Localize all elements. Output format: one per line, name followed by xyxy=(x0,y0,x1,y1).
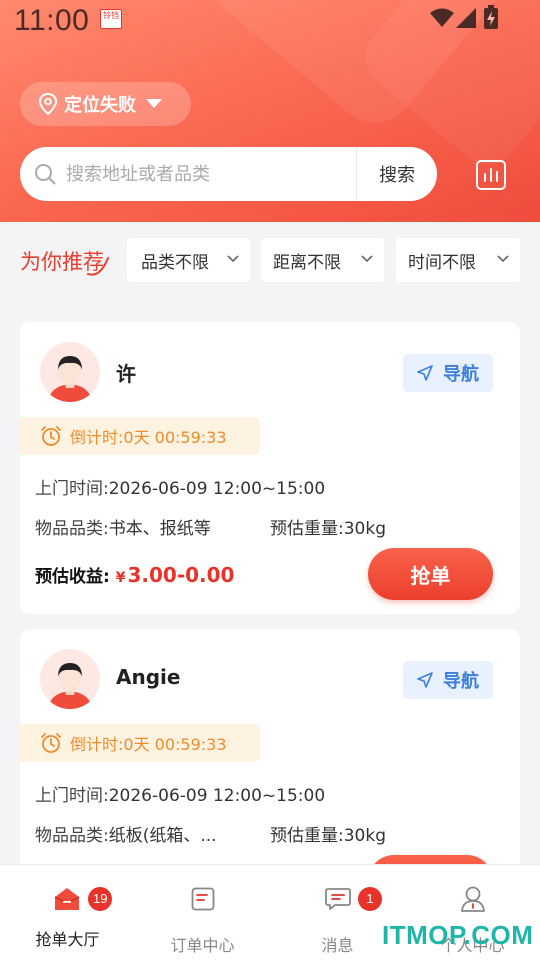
signal-icon xyxy=(456,8,476,28)
weight-row: 预估重量:30kg xyxy=(270,821,386,846)
visit-time-value: 2026-06-09 12:00~15:00 xyxy=(108,479,326,499)
weight-label: 预估重量: xyxy=(270,826,344,846)
statistics-icon[interactable] xyxy=(475,159,507,191)
category-label: 物品品类: xyxy=(35,519,109,539)
location-selector[interactable]: 定位失败 xyxy=(20,82,191,126)
visit-time-row: 上门时间:2026-06-09 12:00~15:00 xyxy=(35,781,325,806)
order-document-icon xyxy=(191,887,214,911)
status-time: 11:00 xyxy=(14,4,90,37)
currency-symbol: ¥ xyxy=(115,570,126,586)
weight-label: 预估重量: xyxy=(270,519,344,539)
search-button[interactable]: 搜索 xyxy=(356,147,437,201)
navigate-label: 导航 xyxy=(443,364,479,385)
header-banner: 11:00 铃铛 定位失败 搜索 xyxy=(0,0,540,222)
countdown-banner: 倒计时: 0天 00:59:33 xyxy=(20,417,260,455)
filter-category[interactable]: 品类不限 xyxy=(127,238,250,282)
filter-category-label: 品类不限 xyxy=(141,252,209,273)
user-avatar-icon xyxy=(48,663,92,709)
filter-distance[interactable]: 距离不限 xyxy=(261,238,384,282)
visit-time-row: 上门时间:2026-06-09 12:00~15:00 xyxy=(35,474,325,499)
countdown-label: 倒计时: xyxy=(70,428,124,447)
caret-down-icon xyxy=(146,99,162,108)
chevron-down-icon xyxy=(497,255,509,263)
countdown-banner: 倒计时: 0天 00:59:33 xyxy=(20,724,260,762)
wifi-icon xyxy=(430,8,454,27)
filter-distance-label: 距离不限 xyxy=(273,252,341,273)
order-card[interactable]: 许 导航 倒计时: 0天 00:59:33 上门时间:2026-06-09 12… xyxy=(20,322,520,614)
tab-grab-hall-label: 抢单大厅 xyxy=(35,930,100,949)
tab-order-center[interactable]: 订单中心 xyxy=(135,865,270,960)
swoosh-decoration xyxy=(87,257,109,276)
home-icon xyxy=(54,888,80,910)
category-value: 书本、报纸等 xyxy=(108,519,211,539)
tab-grab-hall[interactable]: 抢单大厅 19 xyxy=(0,865,135,960)
tab-order-center-label: 订单中心 xyxy=(170,936,235,955)
earning-row: 预估收益: ¥3.00-0.00 xyxy=(35,562,234,587)
category-value: 纸板(纸箱、... xyxy=(108,826,217,846)
search-input[interactable] xyxy=(66,163,336,185)
grab-hall-badge: 19 xyxy=(88,887,113,911)
category-row: 物品品类:书本、报纸等 xyxy=(35,514,211,539)
location-label: 定位失败 xyxy=(64,95,136,116)
weight-value: 30kg xyxy=(343,826,387,846)
weight-row: 预估重量:30kg xyxy=(270,514,386,539)
visit-time-label: 上门时间: xyxy=(35,786,109,806)
avatar xyxy=(40,649,100,709)
alarm-clock-icon xyxy=(41,733,61,753)
watermark-logo: ITMOP.COM xyxy=(382,920,534,950)
message-bubble-icon xyxy=(324,888,351,910)
countdown-value: 0天 00:59:33 xyxy=(123,735,227,754)
filter-time-label: 时间不限 xyxy=(408,252,476,273)
chevron-down-icon xyxy=(361,255,373,263)
countdown-label: 倒计时: xyxy=(70,735,124,754)
customer-name: 许 xyxy=(116,362,136,386)
order-card[interactable]: Angie 导航 倒计时: 0天 00:59:33 上门时间:2026-06-0… xyxy=(20,629,520,879)
earning-label: 预估收益: xyxy=(35,567,110,587)
user-avatar-icon xyxy=(48,356,92,402)
search-icon xyxy=(35,164,56,185)
navigation-arrow-icon xyxy=(417,365,433,381)
category-label: 物品品类: xyxy=(35,826,109,846)
messages-badge: 1 xyxy=(358,887,382,911)
user-profile-icon xyxy=(460,886,485,912)
avatar xyxy=(40,342,100,402)
navigation-arrow-icon xyxy=(417,672,433,688)
navigate-button[interactable]: 导航 xyxy=(403,354,493,392)
battery-charging-icon xyxy=(484,5,498,29)
visit-time-label: 上门时间: xyxy=(35,479,109,499)
navigate-button[interactable]: 导航 xyxy=(403,661,493,699)
alarm-clock-icon xyxy=(41,426,61,446)
customer-name: Angie xyxy=(116,665,181,689)
category-row: 物品品类:纸板(纸箱、... xyxy=(35,821,217,846)
navigate-label: 导航 xyxy=(443,671,479,692)
status-bar: 11:00 铃铛 xyxy=(0,0,540,44)
countdown-value: 0天 00:59:33 xyxy=(123,428,227,447)
visit-time-value: 2026-06-09 12:00~15:00 xyxy=(108,786,326,806)
earning-value: 3.00-0.00 xyxy=(127,563,235,587)
app-notification-icon: 铃铛 xyxy=(100,9,122,29)
filter-row: 为你推荐 品类不限 距离不限 时间不限 xyxy=(0,238,540,282)
grab-order-button[interactable]: 抢单 xyxy=(368,548,493,600)
chevron-down-icon xyxy=(227,255,239,263)
search-bar: 搜索 xyxy=(20,147,437,201)
filter-time[interactable]: 时间不限 xyxy=(396,238,520,282)
location-pin-icon xyxy=(38,93,58,115)
weight-value: 30kg xyxy=(343,519,387,539)
